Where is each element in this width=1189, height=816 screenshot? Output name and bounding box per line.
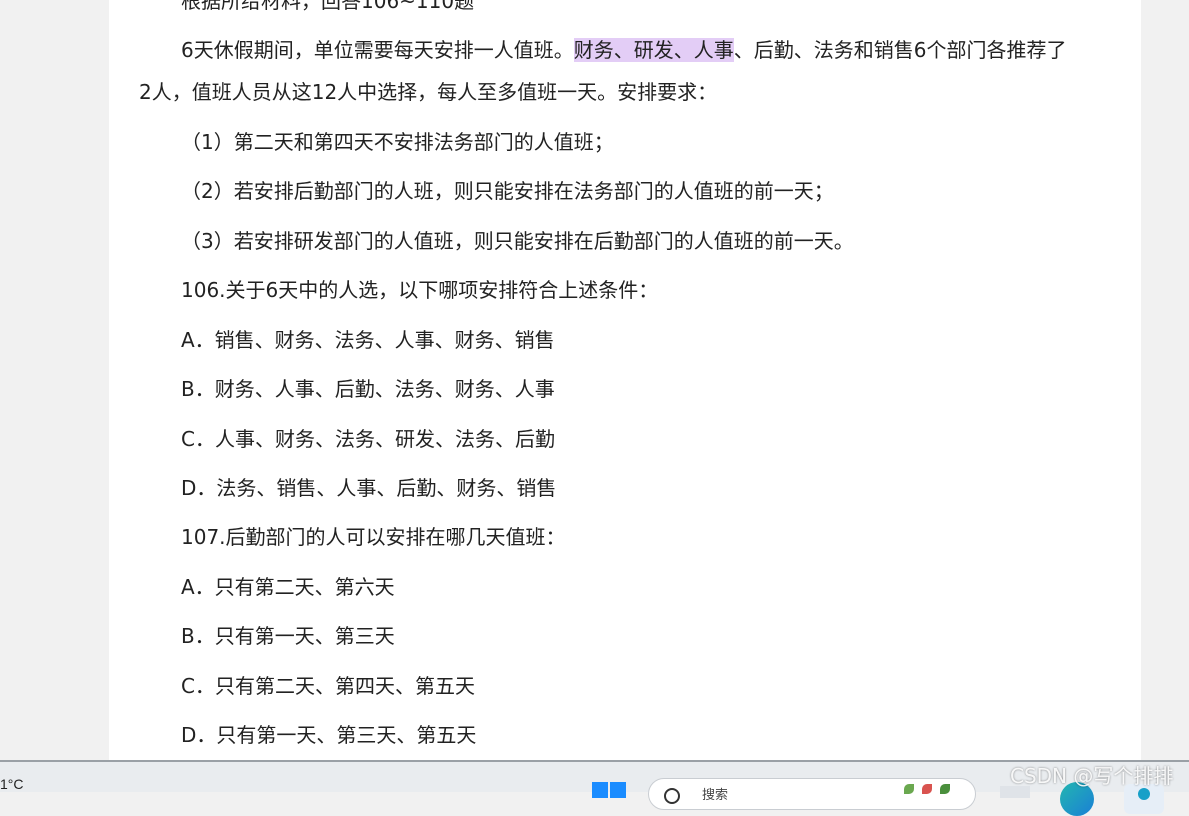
intro-line: 根据所给材料，回答106~110题: [181, 0, 475, 13]
q106-option-b: B．财务、人事、后勤、法务、财务、人事: [181, 377, 555, 401]
rule-2: （2）若安排后勤部门的人班，则只能安排在法务部门的人值班的前一天；: [181, 179, 834, 203]
q107-option-c: C．只有第二天、第四天、第五天: [181, 674, 475, 698]
paragraph-line-1-post: 、后勤、法务和销售6个部门各推荐了: [733, 38, 1067, 62]
rule-1: （1）第二天和第四天不安排法务部门的人值班；: [181, 130, 614, 154]
q107-option-a: A．只有第二天、第六天: [181, 575, 395, 599]
weather-widget[interactable]: 1°C: [0, 776, 24, 792]
question-107: 107.后勤部门的人可以安排在哪几天值班：: [181, 525, 566, 549]
q106-option-d: D．法务、销售、人事、后勤、财务、销售: [181, 476, 557, 500]
paragraph-line-1: 6天休假期间，单位需要每天安排一人值班。财务、研发、人事、后勤、法务和销售6个部…: [181, 37, 1066, 63]
q106-option-c: C．人事、财务、法务、研发、法务、后勤: [181, 427, 555, 451]
watermark: CSDN @写个排排: [1010, 764, 1174, 788]
rule-3: （3）若安排研发部门的人值班，则只能安排在后勤部门的人值班的前一天。: [181, 229, 854, 253]
leaf-decoration-icon: [922, 784, 932, 794]
document-page: 根据所给材料，回答106~110题 6天休假期间，单位需要每天安排一人值班。财务…: [109, 0, 1141, 760]
windows-start-icon[interactable]: [592, 782, 626, 798]
q107-option-b: B．只有第一天、第三天: [181, 624, 395, 648]
q106-option-a: A．销售、财务、法务、人事、财务、销售: [181, 328, 555, 352]
search-icon: [664, 788, 680, 804]
leaf-decoration-icon: [904, 784, 914, 794]
question-106: 106.关于6天中的人选，以下哪项安排符合上述条件：: [181, 278, 659, 302]
leaf-decoration-icon: [940, 784, 950, 794]
taskbar-search-placeholder: 搜索: [702, 787, 729, 802]
q107-option-d: D．只有第一天、第三天、第五天: [181, 723, 477, 747]
highlighted-text: 财务、研发、人事: [573, 38, 734, 62]
taskbar-search-box[interactable]: [648, 778, 976, 810]
paragraph-line-1-pre: 6天休假期间，单位需要每天安排一人值班。: [181, 38, 574, 62]
paragraph-line-2: 2人，值班人员从这12人中选择，每人至多值班一天。安排要求：: [139, 80, 718, 104]
